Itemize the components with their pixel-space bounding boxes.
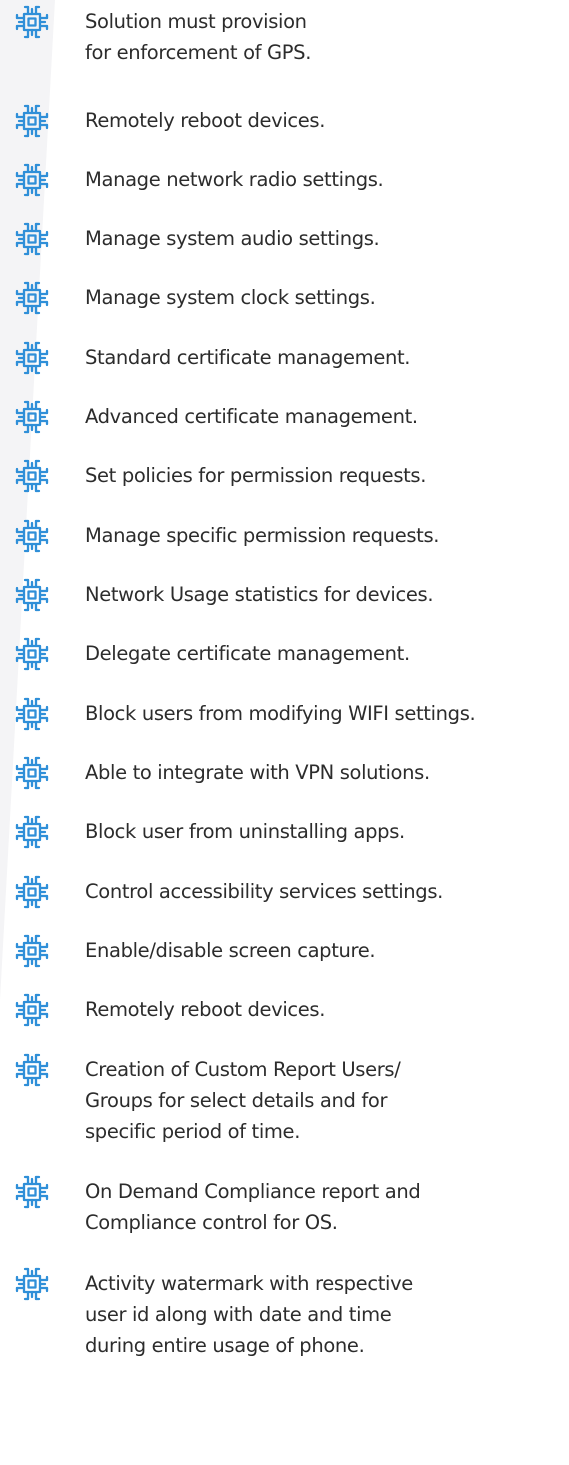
feature-text-line: Groups for select details and for	[85, 1089, 388, 1112]
feature-text: Activity watermark with respective user i…	[85, 1268, 565, 1361]
feature-text: Block user from uninstalling apps.	[85, 816, 565, 847]
feature-text: Control accessibility services settings.	[85, 876, 565, 907]
feature-text-line: Set policies for permission requests.	[85, 464, 427, 487]
feature-text: Standard certificate management.	[85, 342, 565, 373]
microchip-icon	[15, 459, 49, 493]
feature-text-line: Block users from modifying WIFI settings…	[85, 702, 476, 725]
feature-text-line: Solution must provision	[85, 10, 307, 33]
feature-text-line: Block user from uninstalling apps.	[85, 820, 405, 843]
feature-text: Remotely reboot devices.	[85, 994, 565, 1025]
feature-text-line: Manage specific permission requests.	[85, 524, 440, 547]
feature-text: Creation of Custom Report Users/Groups f…	[85, 1054, 565, 1147]
microchip-icon	[15, 5, 49, 39]
microchip-icon	[15, 163, 49, 197]
microchip-icon	[15, 341, 49, 375]
microchip-icon	[15, 697, 49, 731]
microchip-icon	[15, 637, 49, 671]
feature-text: Remotely reboot devices.	[85, 105, 565, 136]
feature-text: Enable/disable screen capture.	[85, 935, 565, 966]
feature-text-line: Advanced certificate management.	[85, 405, 418, 428]
microchip-icon	[15, 1267, 49, 1301]
feature-text-line: for enforcement of GPS.	[85, 41, 312, 64]
microchip-icon	[15, 993, 49, 1027]
feature-text: Solution must provision for enforcement o…	[85, 6, 565, 68]
microchip-icon	[15, 756, 49, 790]
feature-text-line: Standard certificate management.	[85, 346, 411, 369]
feature-text-line: during entire usage of phone.	[85, 1334, 365, 1357]
feature-text-line: Activity watermark with respective	[85, 1272, 413, 1295]
feature-text-line: On Demand Compliance report and	[85, 1180, 421, 1203]
feature-text-line: Manage system clock settings.	[85, 286, 376, 309]
feature-text: Able to integrate with VPN solutions.	[85, 757, 565, 788]
feature-text-line: Manage system audio settings.	[85, 227, 380, 250]
microchip-icon	[15, 281, 49, 315]
microchip-icon	[15, 104, 49, 138]
feature-text-line: Delegate certificate management.	[85, 642, 410, 665]
microchip-icon	[15, 1175, 49, 1209]
feature-text: Advanced certificate management.	[85, 401, 565, 432]
microchip-icon	[15, 815, 49, 849]
microchip-icon	[15, 875, 49, 909]
feature-list: Solution must provision for enforcement o…	[0, 0, 569, 1465]
feature-text: Set policies for permission requests.	[85, 460, 565, 491]
feature-text-line: Creation of Custom Report Users/	[85, 1058, 401, 1081]
microchip-icon	[15, 1053, 49, 1087]
feature-text-line: Network Usage statistics for devices.	[85, 583, 434, 606]
feature-text-line: Able to integrate with VPN solutions.	[85, 761, 430, 784]
feature-text-line: Manage network radio settings.	[85, 168, 384, 191]
feature-text: Manage network radio settings.	[85, 164, 565, 195]
feature-text: Delegate certificate management.	[85, 638, 565, 669]
microchip-icon	[15, 222, 49, 256]
feature-text-line: Remotely reboot devices.	[85, 998, 326, 1021]
feature-text: On Demand Compliance report and Complianc…	[85, 1176, 565, 1238]
feature-text-line: Enable/disable screen capture.	[85, 939, 376, 962]
feature-text-line: specific period of time.	[85, 1120, 301, 1143]
microchip-icon	[15, 934, 49, 968]
feature-text-line: user id along with date and time	[85, 1303, 392, 1326]
feature-text: Block users from modifying WIFI settings…	[85, 698, 565, 729]
feature-text: Manage system clock settings.	[85, 282, 565, 313]
microchip-icon	[15, 400, 49, 434]
feature-text-line: Control accessibility services settings.	[85, 880, 443, 903]
feature-text: Manage system audio settings.	[85, 223, 565, 254]
microchip-icon	[15, 519, 49, 553]
feature-text-line: Compliance control for OS.	[85, 1211, 338, 1234]
feature-text: Network Usage statistics for devices.	[85, 579, 565, 610]
microchip-icon	[15, 578, 49, 612]
feature-text: Manage specific permission requests.	[85, 520, 565, 551]
feature-text-line: Remotely reboot devices.	[85, 109, 326, 132]
